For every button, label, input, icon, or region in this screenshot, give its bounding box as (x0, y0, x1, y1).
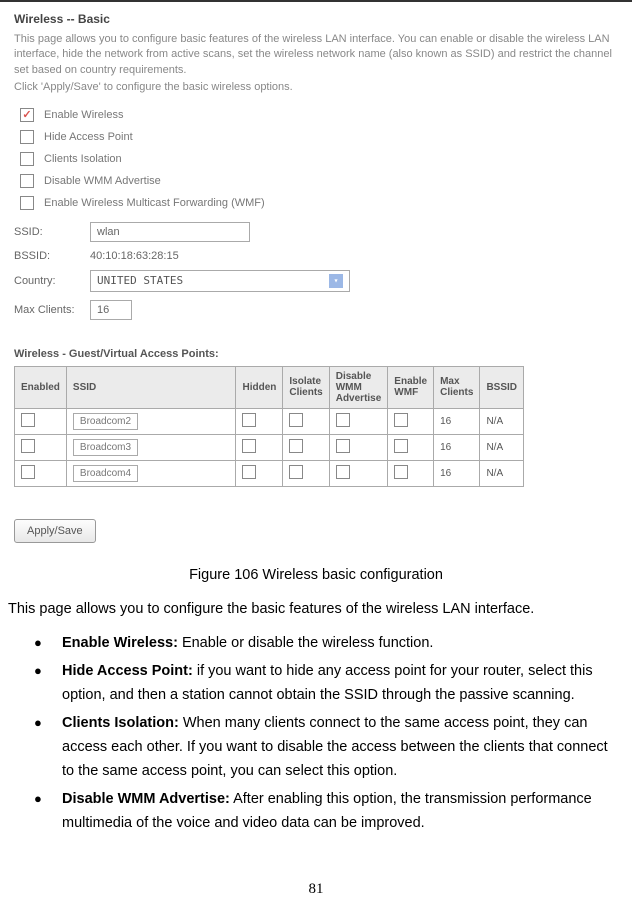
th-ssid: SSID (66, 366, 236, 408)
th-enable-wmf: Enable WMF (388, 366, 434, 408)
th-isolate: Isolate Clients (283, 366, 329, 408)
checkbox-label: Clients Isolation (44, 153, 122, 165)
vap-ssid-input[interactable]: Broadcom3 (73, 439, 138, 456)
checkbox[interactable] (21, 465, 35, 479)
item-body: Enable or disable the wireless function. (178, 635, 434, 651)
checkbox[interactable] (394, 413, 408, 427)
th-hidden: Hidden (236, 366, 283, 408)
max-clients-input[interactable]: 16 (90, 300, 132, 320)
th-bssid: BSSID (480, 366, 524, 408)
checkbox-row: Hide Access Point (20, 130, 618, 144)
intro-text: This page allows you to configure the ba… (8, 599, 622, 621)
checkbox[interactable] (394, 439, 408, 453)
ssid-label: SSID: (14, 226, 82, 238)
table-header-row: Enabled SSID Hidden Isolate Clients Disa… (15, 366, 524, 408)
ssid-input[interactable]: wlan (90, 222, 250, 242)
vap-max: 16 (434, 408, 480, 434)
checkbox[interactable] (21, 439, 35, 453)
page-number: 81 (0, 881, 632, 898)
item-title: Hide Access Point: (62, 663, 193, 679)
checkbox-label: Enable Wireless Multicast Forwarding (WM… (44, 197, 265, 209)
country-value: UNITED STATES (97, 274, 183, 287)
panel-desc-2: Click 'Apply/Save' to configure the basi… (14, 80, 618, 95)
vap-table: Enabled SSID Hidden Isolate Clients Disa… (14, 366, 524, 487)
checkbox-list: ✓ Enable Wireless Hide Access Point Clie… (20, 108, 618, 210)
item-title: Clients Isolation: (62, 715, 179, 731)
checkbox-row: Clients Isolation (20, 152, 618, 166)
checkbox-row: Disable WMM Advertise (20, 174, 618, 188)
vap-bssid: N/A (480, 408, 524, 434)
checkbox[interactable] (20, 152, 34, 166)
checkbox[interactable] (336, 439, 350, 453)
chevron-down-icon: ▾ (329, 274, 343, 288)
item-title: Disable WMM Advertise: (62, 791, 230, 807)
checkbox[interactable] (289, 465, 303, 479)
max-clients-label: Max Clients: (14, 304, 82, 316)
checkbox[interactable] (242, 439, 256, 453)
list-item: Hide Access Point: if you want to hide a… (34, 660, 618, 708)
checkbox-label: Enable Wireless (44, 109, 123, 121)
panel-desc-1: This page allows you to configure basic … (14, 32, 618, 78)
th-max: Max Clients (434, 366, 480, 408)
th-enabled: Enabled (15, 366, 67, 408)
checkbox[interactable] (242, 413, 256, 427)
checkbox[interactable] (242, 465, 256, 479)
checkbox[interactable] (20, 174, 34, 188)
bssid-row: BSSID: 40:10:18:63:28:15 (14, 250, 618, 262)
table-row: Broadcom4 16 N/A (15, 460, 524, 486)
checkbox[interactable] (21, 413, 35, 427)
feature-list: Enable Wireless: Enable or disable the w… (34, 632, 618, 835)
checkbox-label: Hide Access Point (44, 131, 133, 143)
vap-bssid: N/A (480, 434, 524, 460)
vap-ssid-input[interactable]: Broadcom4 (73, 465, 138, 482)
panel-title: Wireless -- Basic (14, 12, 618, 26)
th-disable-wmm: Disable WMM Advertise (329, 366, 388, 408)
checkbox-label: Disable WMM Advertise (44, 175, 161, 187)
checkbox[interactable]: ✓ (20, 108, 34, 122)
country-select[interactable]: UNITED STATES ▾ (90, 270, 350, 292)
list-item: Enable Wireless: Enable or disable the w… (34, 632, 618, 656)
checkbox[interactable] (289, 439, 303, 453)
item-title: Enable Wireless: (62, 635, 178, 651)
checkbox[interactable] (289, 413, 303, 427)
apply-save-button[interactable]: Apply/Save (14, 519, 96, 543)
checkbox[interactable] (336, 465, 350, 479)
list-item: Clients Isolation: When many clients con… (34, 712, 618, 784)
ssid-row: SSID: wlan (14, 222, 618, 242)
figure-caption: Figure 106 Wireless basic configuration (0, 567, 632, 583)
country-row: Country: UNITED STATES ▾ (14, 270, 618, 292)
vap-ssid-input[interactable]: Broadcom2 (73, 413, 138, 430)
table-row: Broadcom3 16 N/A (15, 434, 524, 460)
vap-max: 16 (434, 434, 480, 460)
table-row: Broadcom2 16 N/A (15, 408, 524, 434)
checkbox[interactable] (394, 465, 408, 479)
list-item: Disable WMM Advertise: After enabling th… (34, 788, 618, 836)
checkbox[interactable] (20, 130, 34, 144)
bssid-value: 40:10:18:63:28:15 (90, 250, 179, 262)
router-screenshot: Wireless -- Basic This page allows you t… (0, 0, 632, 557)
vap-max: 16 (434, 460, 480, 486)
country-label: Country: (14, 275, 82, 287)
bssid-label: BSSID: (14, 250, 82, 262)
checkbox[interactable] (20, 196, 34, 210)
max-clients-row: Max Clients: 16 (14, 300, 618, 320)
vap-bssid: N/A (480, 460, 524, 486)
vap-title: Wireless - Guest/Virtual Access Points: (14, 348, 618, 360)
checkbox-row: Enable Wireless Multicast Forwarding (WM… (20, 196, 618, 210)
checkbox[interactable] (336, 413, 350, 427)
checkbox-row: ✓ Enable Wireless (20, 108, 618, 122)
